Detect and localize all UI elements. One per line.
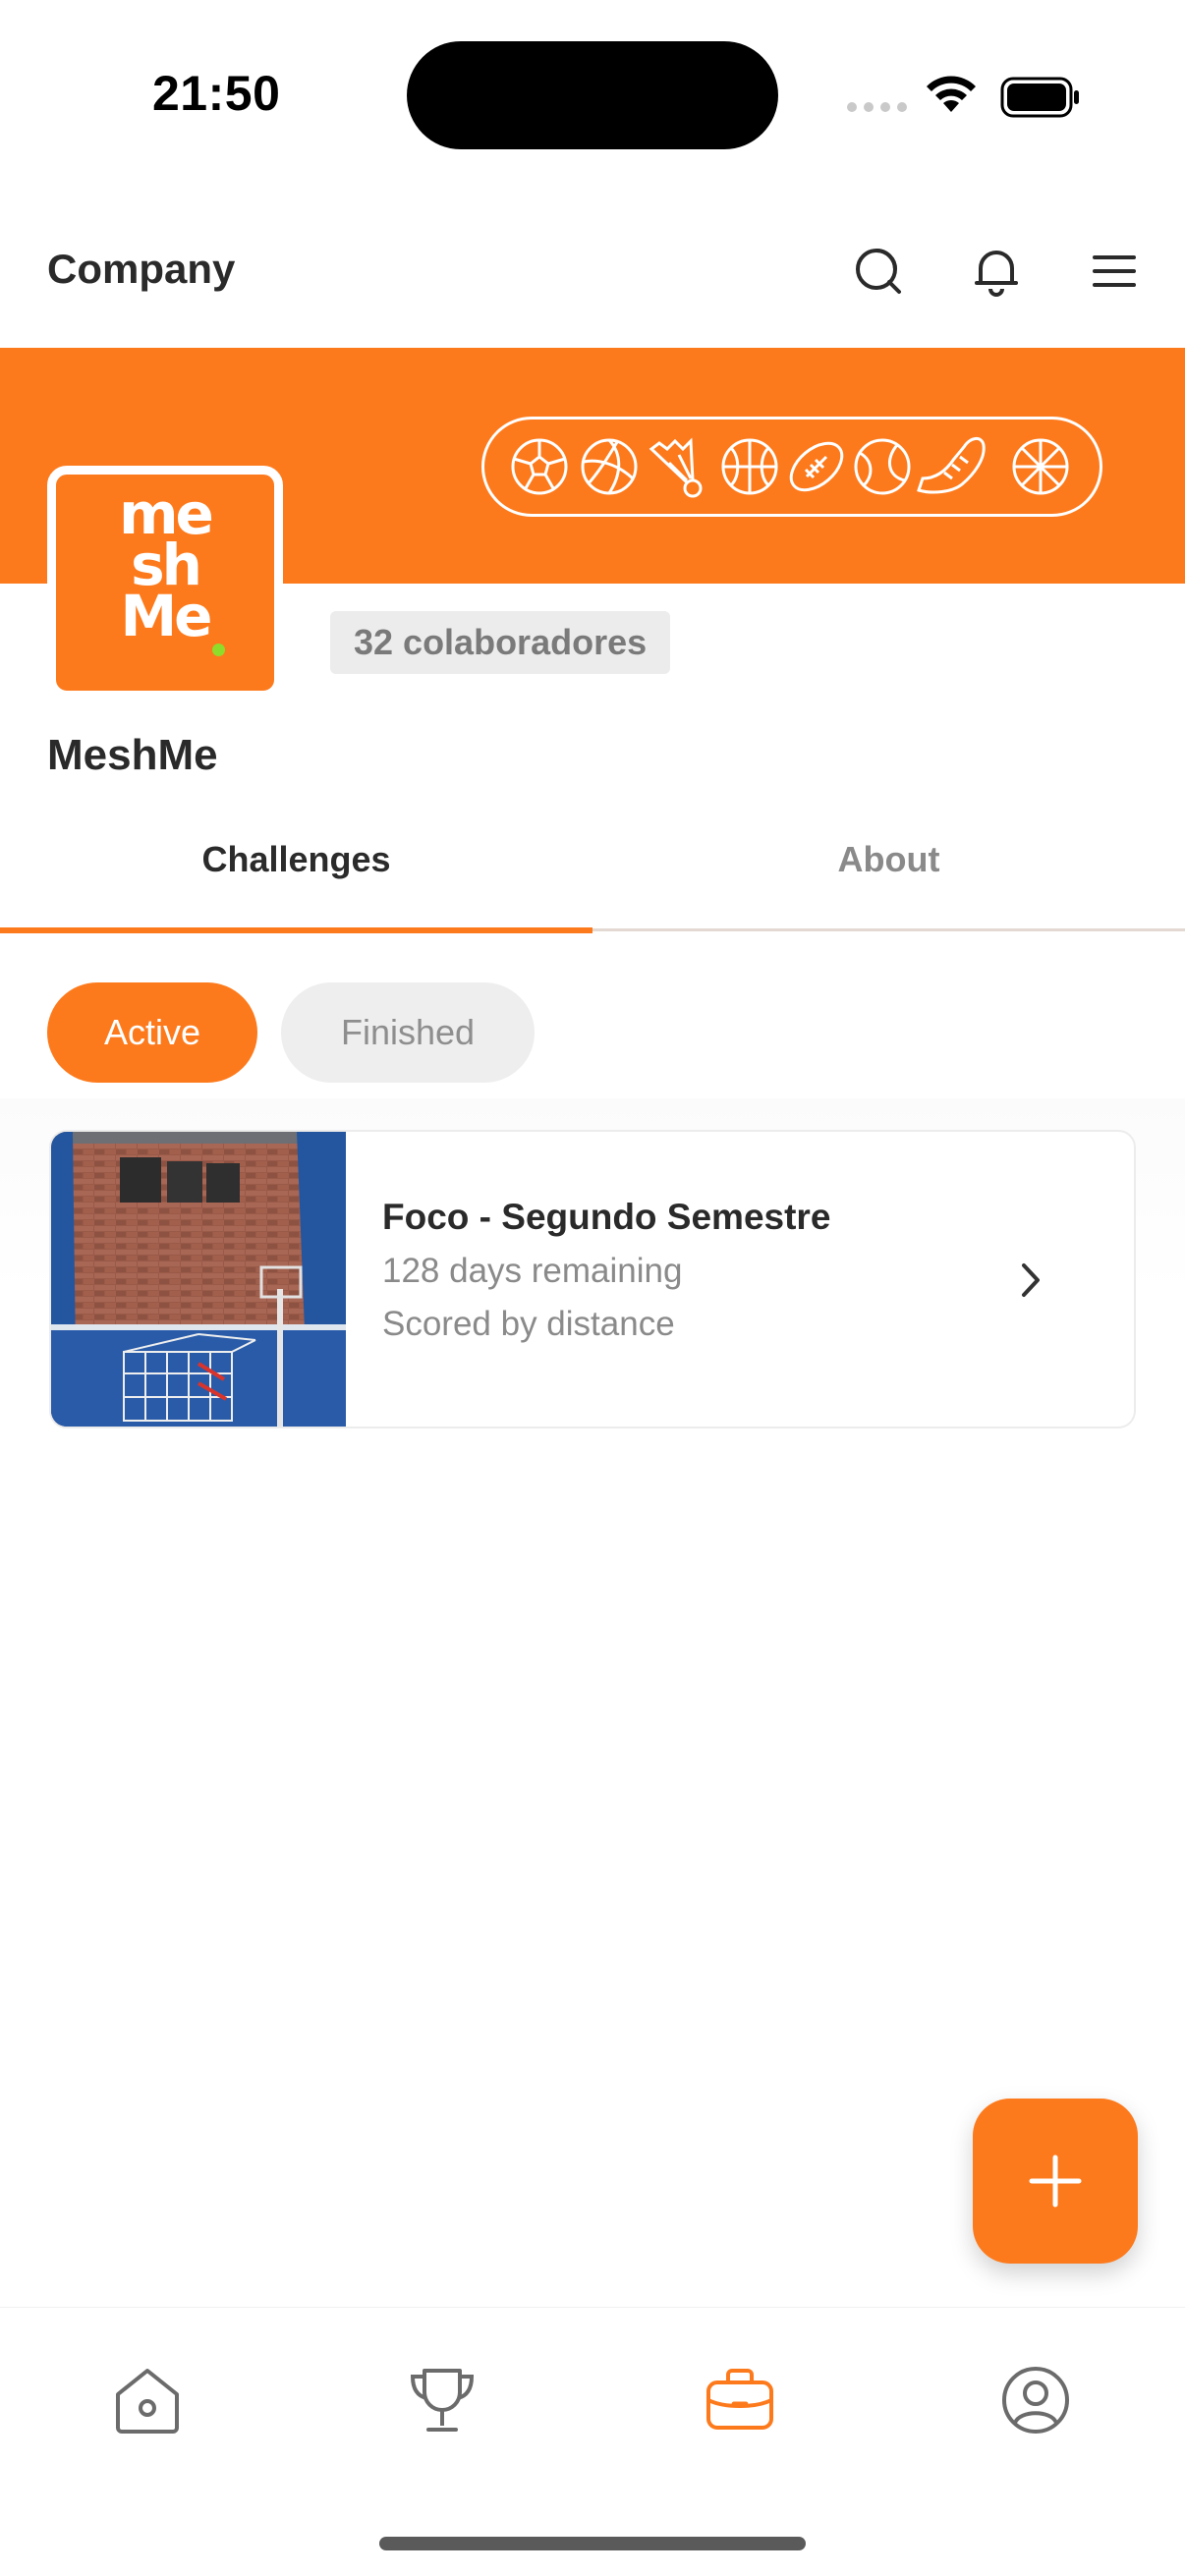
volleyball-icon: [581, 438, 638, 495]
status-bar: 21:50: [0, 0, 1185, 187]
app-bar: Company: [0, 216, 1185, 334]
page-title: Company: [47, 246, 236, 292]
soccer-ball-icon: [511, 438, 568, 495]
home-icon[interactable]: [108, 2361, 187, 2439]
basketball-icon: [721, 438, 778, 495]
tab-challenges[interactable]: Challenges: [0, 806, 592, 933]
sneaker-icon: [917, 437, 986, 494]
dynamic-island: [407, 41, 778, 149]
challenge-title: Foco - Segundo Semestre: [382, 1197, 831, 1237]
wifi-icon: [927, 76, 976, 112]
plus-icon: [1029, 2155, 1082, 2208]
challenge-scoring: Scored by distance: [382, 1305, 675, 1343]
search-icon[interactable]: [849, 242, 908, 301]
tennis-ball-icon: [854, 438, 911, 495]
briefcase-icon[interactable]: [701, 2361, 779, 2439]
menu-icon[interactable]: [1085, 242, 1144, 301]
challenge-card[interactable]: Foco - Segundo Semestre 128 days remaini…: [49, 1130, 1136, 1428]
logo-dot: [212, 644, 225, 656]
tab-active-indicator: [0, 927, 592, 933]
home-indicator: [379, 2537, 806, 2550]
company-logo: me sh Me: [47, 466, 283, 700]
create-challenge-button[interactable]: [973, 2099, 1138, 2264]
status-time: 21:50: [152, 66, 281, 121]
trophy-icon[interactable]: [403, 2361, 481, 2439]
bottom-navigation: [0, 2307, 1185, 2576]
battery-icon: [1000, 77, 1079, 118]
sport-ball-icon: [1012, 438, 1069, 495]
shuttlecock-icon: [649, 437, 703, 498]
challenge-thumbnail: [51, 1132, 346, 1427]
filter-active-chip[interactable]: Active: [47, 982, 257, 1083]
logo-wordmark: me sh Me: [119, 480, 214, 649]
football-icon: [789, 441, 844, 492]
sports-icons-pill: [481, 417, 1102, 517]
tab-about[interactable]: About: [592, 806, 1185, 933]
profile-icon[interactable]: [996, 2361, 1075, 2439]
signal-icon: [847, 102, 907, 112]
tab-bar: Challenges About: [0, 806, 1185, 933]
bell-icon[interactable]: [967, 242, 1026, 301]
chevron-right-icon: [1022, 1263, 1040, 1297]
company-name: MeshMe: [47, 731, 218, 779]
filter-finished-chip[interactable]: Finished: [281, 982, 535, 1083]
challenge-remaining: 128 days remaining: [382, 1252, 683, 1290]
members-count-badge: 32 colaboradores: [330, 611, 671, 674]
